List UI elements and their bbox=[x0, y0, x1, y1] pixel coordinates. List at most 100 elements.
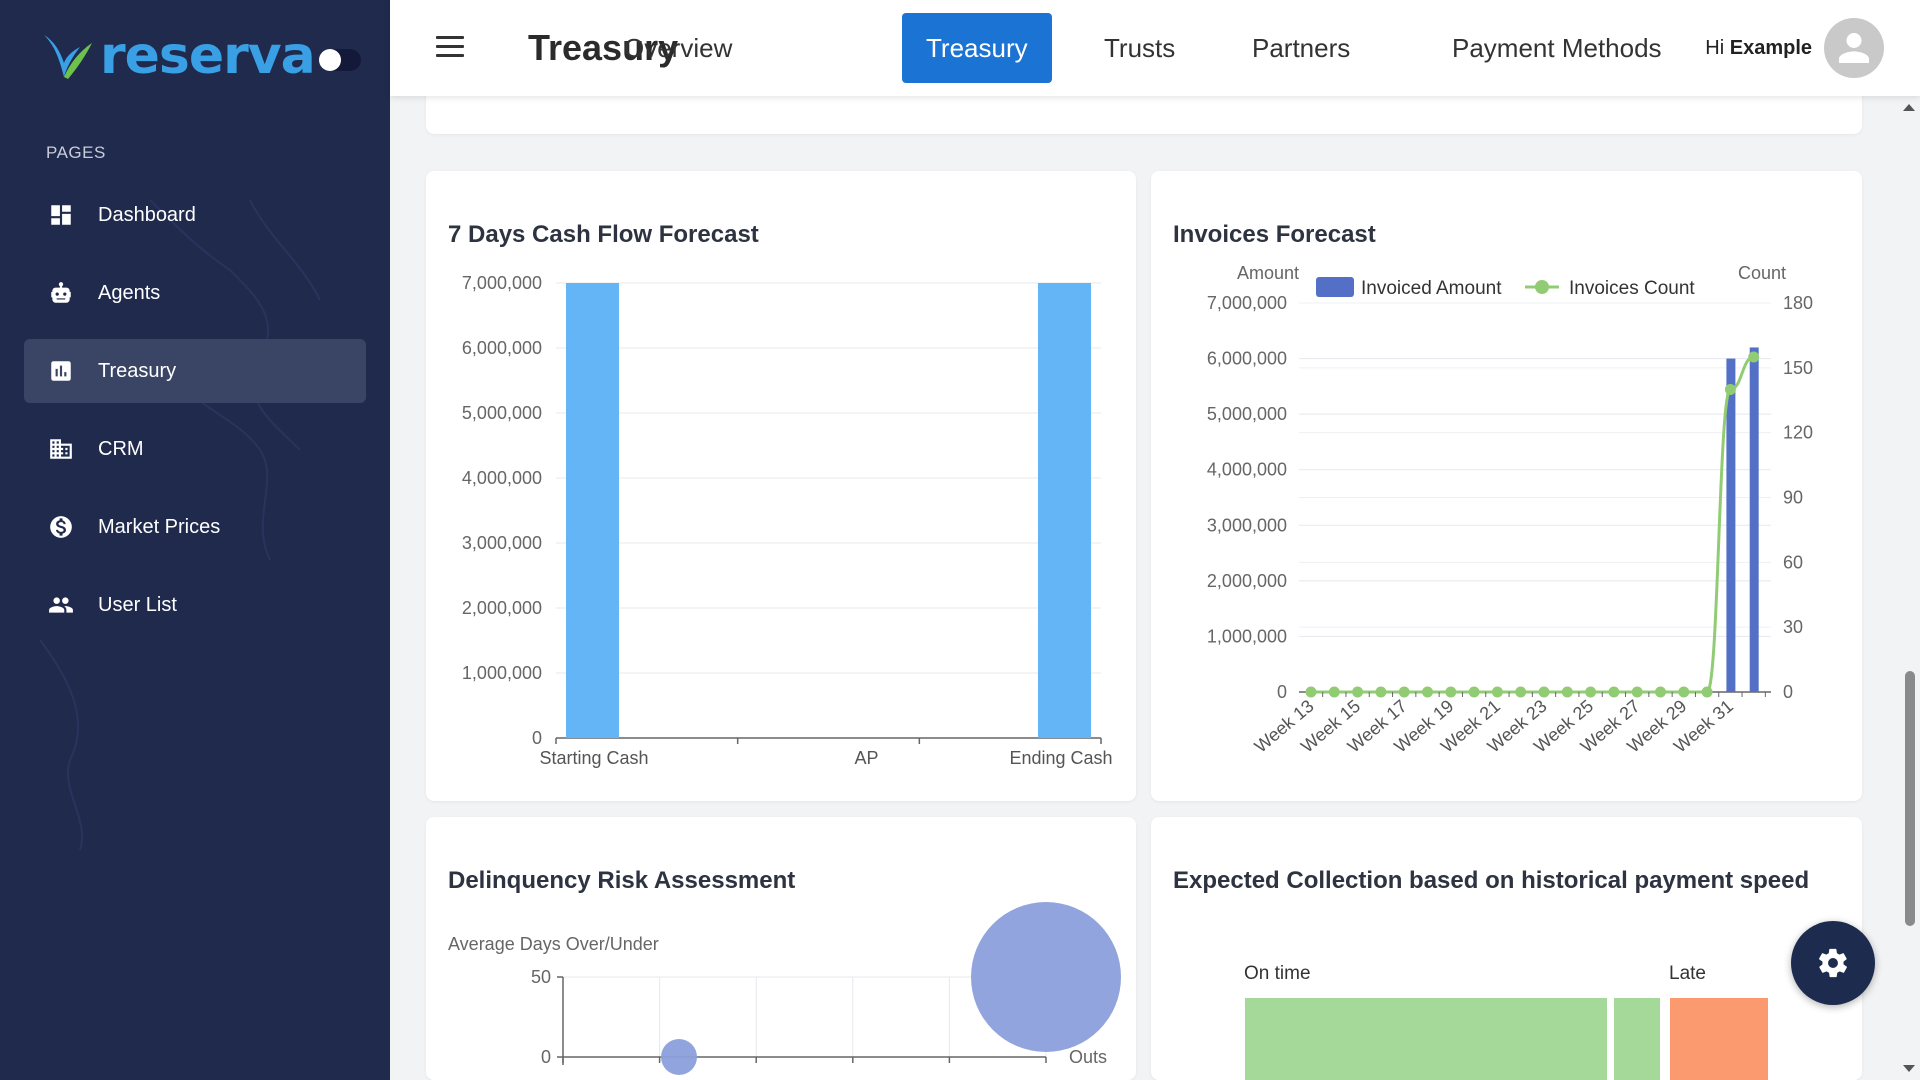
sidebar-item-treasury[interactable]: Treasury bbox=[24, 339, 366, 403]
y-tick-label: 0 bbox=[541, 1047, 551, 1067]
top-header: Treasury Overview Treasury Trusts Partne… bbox=[390, 0, 1920, 96]
dashboard-icon bbox=[51, 205, 71, 225]
collection-card: Expected Collection based on historical … bbox=[1151, 817, 1862, 1080]
y-left-tick-label: 5,000,000 bbox=[1207, 404, 1287, 424]
delinquency-bubble bbox=[971, 902, 1121, 1052]
legend-line-dot bbox=[1535, 280, 1549, 294]
invoices-count-point bbox=[1515, 686, 1527, 698]
invoices-count-point bbox=[1352, 686, 1364, 698]
avatar[interactable] bbox=[1824, 18, 1884, 78]
scroll-thumb[interactable] bbox=[1905, 671, 1915, 926]
invoices-title: Invoices Forecast bbox=[1173, 221, 1376, 248]
y-tick-label: 7,000,000 bbox=[462, 273, 542, 293]
brand-logo[interactable]: reserva bbox=[42, 26, 361, 86]
sidebar-item-label: Treasury bbox=[98, 359, 177, 382]
y-left-tick-label: 4,000,000 bbox=[1207, 460, 1287, 480]
legend-line-label: Invoices Count bbox=[1569, 278, 1695, 299]
y-left-tick-label: 2,000,000 bbox=[1207, 571, 1287, 591]
tab-treasury[interactable]: Treasury bbox=[902, 13, 1052, 83]
sidebar-item-market-prices[interactable]: Market Prices bbox=[24, 495, 366, 559]
x-tick-label: Starting Cash bbox=[539, 748, 648, 768]
user-avatar-icon bbox=[1839, 33, 1869, 63]
cashflow-title: 7 Days Cash Flow Forecast bbox=[448, 221, 759, 248]
tab-payment-methods[interactable]: Payment Methods bbox=[1428, 13, 1686, 83]
category-label-late: Late bbox=[1669, 963, 1706, 984]
users-icon bbox=[49, 597, 73, 613]
invoices-count-point bbox=[1724, 383, 1736, 395]
y-left-tick-label: 0 bbox=[1277, 682, 1287, 702]
y-right-tick-label: 180 bbox=[1783, 293, 1813, 313]
y-tick-label: 50 bbox=[531, 967, 551, 987]
bar-chart-icon bbox=[51, 361, 71, 381]
cashflow-card: 7 Days Cash Flow Forecast 0 1,000,000 2,00… bbox=[426, 171, 1136, 801]
delinquency-bubble bbox=[661, 1039, 697, 1075]
y-right-tick-label: 90 bbox=[1783, 488, 1803, 508]
sidebar-item-label: Agents bbox=[98, 281, 161, 304]
y-right-axis-title: Count bbox=[1738, 263, 1786, 283]
late-segment bbox=[1670, 998, 1768, 1080]
user-menu[interactable]: Hi Example bbox=[1705, 18, 1884, 78]
dollar-circle-icon bbox=[50, 516, 72, 538]
delinquency-card: Delinquency Risk Assessment Average Days… bbox=[426, 817, 1136, 1080]
invoices-count-point bbox=[1375, 686, 1387, 698]
y-left-axis-title: Amount bbox=[1237, 263, 1299, 283]
legend-bar-swatch bbox=[1316, 277, 1354, 297]
logo-leaf-icon bbox=[44, 35, 92, 79]
invoices-count-point bbox=[1585, 686, 1597, 698]
legend-bar-label: Invoiced Amount bbox=[1361, 278, 1502, 299]
sidebar-item-label: Dashboard bbox=[98, 203, 196, 226]
sidebar-item-agents[interactable]: Agents bbox=[24, 261, 366, 325]
hamburger-menu-icon[interactable] bbox=[436, 36, 464, 58]
invoices-count-point bbox=[1678, 686, 1690, 698]
sidebar-item-label: CRM bbox=[98, 437, 144, 460]
invoices-count-point bbox=[1398, 686, 1410, 698]
invoices-count-point bbox=[1468, 686, 1480, 698]
cashflow-bar bbox=[566, 283, 619, 738]
y-right-tick-label: 120 bbox=[1783, 423, 1813, 443]
ontime-segment bbox=[1245, 998, 1607, 1080]
invoices-count-point bbox=[1305, 686, 1317, 698]
tab-trusts[interactable]: Trusts bbox=[1080, 13, 1199, 83]
theme-toggle[interactable] bbox=[318, 49, 361, 71]
sidebar-item-dashboard[interactable]: Dashboard bbox=[24, 183, 366, 247]
y-axis-title: Average Days Over/Under bbox=[448, 934, 659, 954]
scroll-up-arrow-icon[interactable] bbox=[1903, 104, 1915, 111]
sidebar-item-label: User List bbox=[98, 593, 177, 616]
tab-overview[interactable]: Overview bbox=[600, 13, 756, 83]
ontime-segment-small bbox=[1614, 998, 1660, 1080]
sidebar-nav: Dashboard Agents Treasury CRM Market Pri… bbox=[24, 183, 366, 651]
invoices-count-point bbox=[1608, 686, 1620, 698]
delinquency-chart: Average Days Over/Under 0 50 Outs bbox=[448, 902, 1121, 1075]
y-left-tick-label: 3,000,000 bbox=[1207, 515, 1287, 535]
collection-chart: On time Late bbox=[1244, 963, 1768, 1080]
sidebar-item-crm[interactable]: CRM bbox=[24, 417, 366, 481]
x-tick-label: Ending Cash bbox=[1009, 748, 1112, 768]
y-tick-label: 3,000,000 bbox=[462, 533, 542, 553]
y-left-tick-label: 7,000,000 bbox=[1207, 293, 1287, 313]
greeting-text: Hi bbox=[1705, 36, 1725, 59]
gear-icon bbox=[1819, 948, 1847, 978]
y-left-tick-label: 6,000,000 bbox=[1207, 349, 1287, 369]
tab-partners[interactable]: Partners bbox=[1228, 13, 1374, 83]
scroll-down-arrow-icon[interactable] bbox=[1903, 1065, 1915, 1072]
x-axis-title: Outs bbox=[1069, 1047, 1107, 1067]
invoices-count-line bbox=[1310, 355, 1755, 694]
y-right-tick-label: 60 bbox=[1783, 552, 1803, 572]
category-label-ontime: On time bbox=[1244, 963, 1311, 984]
x-tick-label: AP bbox=[854, 748, 878, 768]
y-tick-label: 4,000,000 bbox=[462, 468, 542, 488]
sidebar-item-user-list[interactable]: User List bbox=[24, 573, 366, 637]
pages-section-label: PAGES bbox=[46, 143, 106, 162]
invoice-bar bbox=[1726, 358, 1736, 692]
invoices-count-point bbox=[1561, 686, 1573, 698]
y-tick-label: 2,000,000 bbox=[462, 598, 542, 618]
collection-title: Expected Collection based on historical … bbox=[1173, 867, 1810, 894]
invoices-card: Invoices Forecast 0 1,000,000 2,000,000 3,0… bbox=[1151, 171, 1862, 801]
invoices-count-point bbox=[1422, 686, 1433, 698]
invoices-count-point bbox=[1655, 686, 1666, 698]
settings-button[interactable] bbox=[1791, 921, 1875, 1005]
page-scrollbar[interactable] bbox=[1898, 96, 1920, 1080]
cashflow-chart: 0 1,000,000 2,000,000 3,000,000 4,000,000 5,0… bbox=[462, 273, 1113, 768]
robot-icon bbox=[51, 282, 71, 303]
building-icon bbox=[50, 439, 72, 459]
